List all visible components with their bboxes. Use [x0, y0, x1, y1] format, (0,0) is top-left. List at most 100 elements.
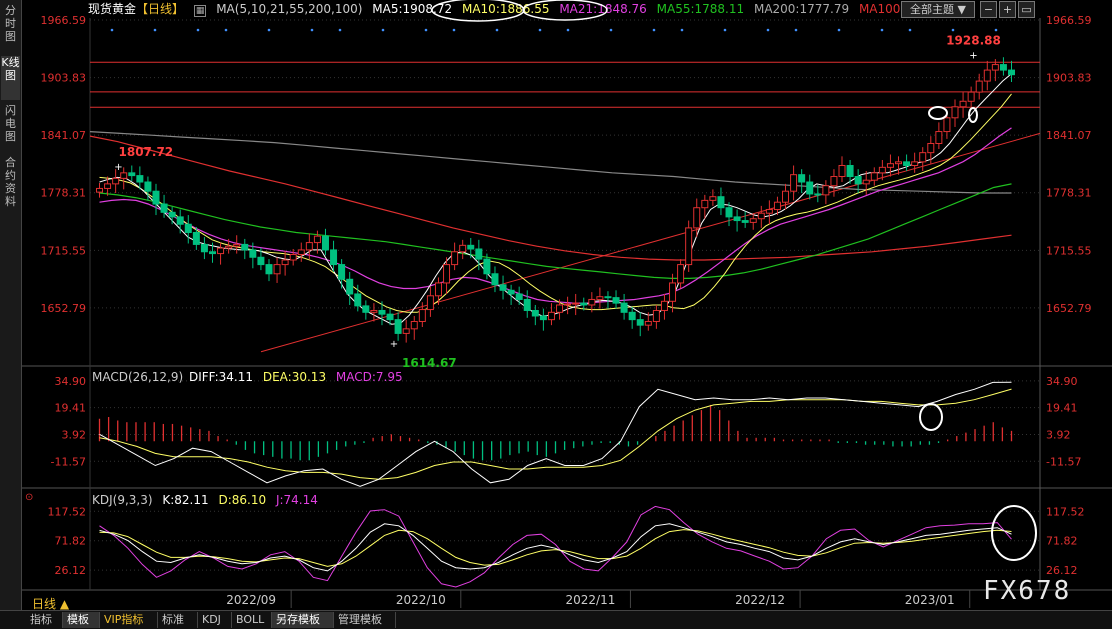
kdj-k-line — [99, 523, 1012, 572]
candle-body — [281, 259, 289, 266]
candle-body — [927, 142, 935, 154]
candle-body — [862, 179, 870, 185]
candle-body — [830, 176, 838, 187]
price-annotation: 1807.72 — [119, 145, 174, 159]
chart-canvas[interactable]: 1652.79 1652.79 1715.55 1715.55 1778.31 1778.… — [0, 0, 1112, 610]
candle-body — [289, 254, 297, 261]
kdj-d: D:86.10 — [218, 493, 267, 507]
kdj-tick-left: 26.12 — [55, 564, 87, 577]
candle-body — [717, 196, 725, 209]
kdj-highlight-ellipse — [991, 505, 1037, 561]
candle-body — [346, 278, 354, 295]
macd-tick-right: 3.92 — [1046, 428, 1071, 441]
candle-body — [152, 190, 160, 205]
candle-body — [321, 235, 329, 251]
candle-body — [491, 273, 499, 286]
tab-save-template[interactable]: 另存模板 — [272, 612, 334, 628]
macd-tick-left: 19.41 — [55, 402, 87, 415]
x-tick-label: 2022/09 — [226, 593, 276, 607]
event-marker — [566, 28, 570, 32]
candle-body — [305, 242, 313, 251]
event-marker — [766, 28, 770, 32]
candle-body — [782, 190, 790, 203]
candle-body — [773, 201, 781, 211]
candle-body — [644, 320, 652, 326]
candle-body — [854, 176, 862, 185]
macd-legend: MACD(26,12,9) DIFF:34.11 DEA:30.13 MACD:… — [92, 370, 409, 384]
kdj-settings-icon[interactable]: ⊙ — [25, 492, 33, 503]
candle-body — [701, 199, 709, 209]
candle-body — [749, 218, 757, 223]
kdj-tick-left: 117.52 — [48, 505, 87, 518]
candle-body — [870, 172, 878, 181]
candle-body — [451, 251, 459, 266]
event-marker — [310, 28, 314, 32]
watermark-logo: FX678 — [983, 576, 1072, 606]
candle-body — [370, 309, 378, 313]
candle-body — [483, 258, 491, 275]
price-tick-right: 1652.79 — [1046, 302, 1092, 315]
candle-body — [354, 293, 362, 307]
event-marker — [196, 28, 200, 32]
candle-body — [200, 243, 208, 253]
candle-body — [362, 305, 370, 313]
candle-body — [588, 298, 596, 306]
tab-indicator[interactable]: 指标 — [26, 612, 63, 628]
candle-body — [265, 264, 273, 275]
candle-body — [604, 296, 612, 299]
candle-body — [443, 264, 451, 284]
candle-body — [596, 296, 604, 300]
macd-value: MACD:7.95 — [335, 370, 403, 384]
candle-body — [523, 298, 531, 311]
macd-dea: DEA:30.13 — [262, 370, 327, 384]
event-marker — [609, 28, 613, 32]
annotation-marker: + — [114, 162, 122, 173]
candle-body — [136, 175, 144, 183]
candle-body — [184, 223, 192, 233]
candle-body — [580, 302, 588, 306]
candle-body — [192, 231, 200, 245]
tab-template[interactable]: 模板 — [63, 612, 100, 628]
x-tick-label: 2022/12 — [735, 593, 785, 607]
candle-body — [886, 163, 894, 168]
candle-body — [338, 264, 346, 280]
tab-boll[interactable]: BOLL — [232, 612, 272, 628]
candle-body — [410, 320, 418, 330]
ma10-line — [99, 93, 1012, 313]
candle-body — [515, 293, 523, 300]
x-tick-label: 2023/01 — [905, 593, 955, 607]
candle-body — [669, 282, 677, 302]
candle-body — [660, 300, 668, 311]
candle-body — [402, 328, 410, 334]
chart-annotations: 1807.72 +1614.67 +1928.88 + — [114, 0, 1037, 561]
candle-body — [386, 313, 394, 321]
candle-body — [790, 174, 798, 192]
candle-body — [144, 181, 152, 192]
candlestick-series — [96, 28, 1015, 343]
price-tick-left: 1715.55 — [41, 244, 87, 257]
bottom-toolbar: 指标 模板 VIP指标 标准 KDJ BOLL 另存模板 管理模板 — [0, 610, 1112, 629]
candle-body — [652, 309, 660, 322]
tab-manage-template[interactable]: 管理模板 — [334, 612, 396, 628]
event-marker — [908, 28, 912, 32]
kdj-panel — [99, 505, 1012, 588]
event-marker — [794, 28, 798, 32]
candle-body — [685, 227, 693, 266]
candle-body — [935, 131, 943, 144]
ma55-line — [99, 183, 1012, 279]
candle-body — [128, 172, 136, 177]
tab-standard[interactable]: 标准 — [158, 612, 198, 628]
x-tick-label: 2022/11 — [566, 593, 616, 607]
candle-body — [838, 165, 846, 178]
candle-body — [330, 249, 338, 266]
axis-labels: 1652.79 1652.79 1715.55 1715.55 1778.31 1778.… — [41, 14, 1092, 607]
ma21-line — [99, 127, 1012, 304]
candle-body — [249, 249, 257, 258]
kdj-tick-right: 71.82 — [1046, 535, 1078, 548]
price-annotation: 1928.88 — [946, 34, 1001, 48]
candle-body — [104, 183, 112, 189]
candle-body — [693, 207, 701, 229]
tab-vip-indicator[interactable]: VIP指标 — [100, 612, 158, 628]
tab-kdj[interactable]: KDJ — [198, 612, 232, 628]
kdj-tick-left: 71.82 — [55, 535, 87, 548]
